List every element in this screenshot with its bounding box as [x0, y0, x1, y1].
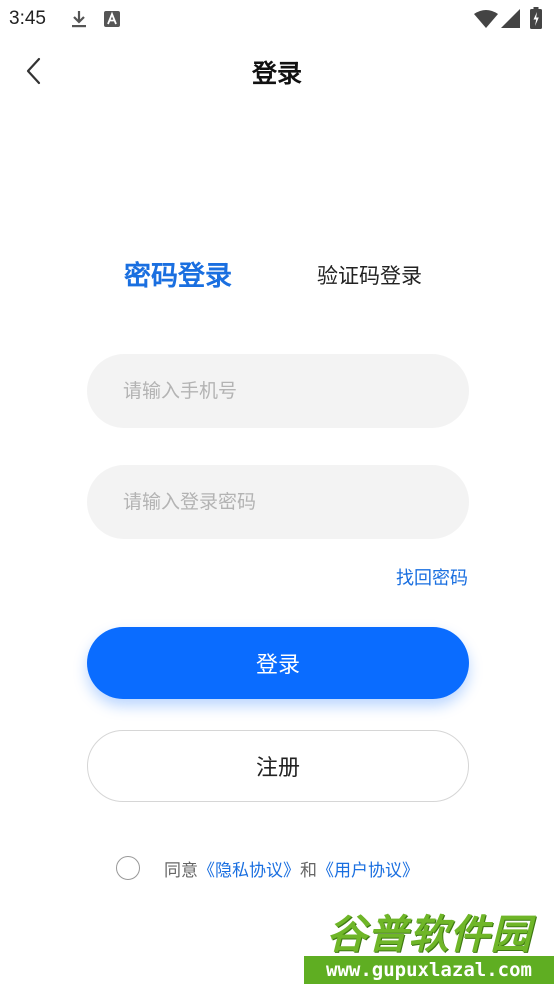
page-title: 登录 — [251, 59, 302, 88]
tab-sms-code-login[interactable]: 验证码登录 — [317, 260, 422, 290]
tab-password-login[interactable]: 密码登录 — [124, 254, 232, 293]
watermark-logo: 谷普软件园 www.gupuxlazal.com — [304, 896, 554, 984]
agreement-prefix: 同意 — [164, 860, 198, 881]
agreement-row: 同意 《隐私协议》 和 《用户协议》 — [116, 855, 419, 881]
a-badge-icon — [104, 11, 120, 27]
forgot-password-link[interactable]: 找回密码 — [396, 564, 468, 590]
register-button[interactable]: 注册 — [87, 730, 469, 802]
agreement-checkbox[interactable] — [116, 856, 140, 880]
phone-input[interactable] — [87, 354, 469, 428]
agreement-and: 和 — [300, 860, 317, 881]
password-input[interactable] — [87, 465, 469, 539]
signal-icon — [501, 9, 520, 28]
download-icon — [72, 11, 86, 28]
watermark-title: 谷普软件园 — [326, 912, 532, 958]
privacy-policy-link[interactable]: 《隐私协议》 — [198, 856, 300, 881]
battery-charging-icon — [530, 7, 542, 29]
user-agreement-link[interactable]: 《用户协议》 — [317, 856, 419, 881]
watermark-url: www.gupuxlazal.com — [304, 956, 554, 984]
status-time: 3:45 — [9, 8, 46, 29]
wifi-icon — [474, 10, 498, 28]
status-bar: 3:45 — [0, 0, 554, 38]
login-button[interactable]: 登录 — [87, 627, 469, 699]
